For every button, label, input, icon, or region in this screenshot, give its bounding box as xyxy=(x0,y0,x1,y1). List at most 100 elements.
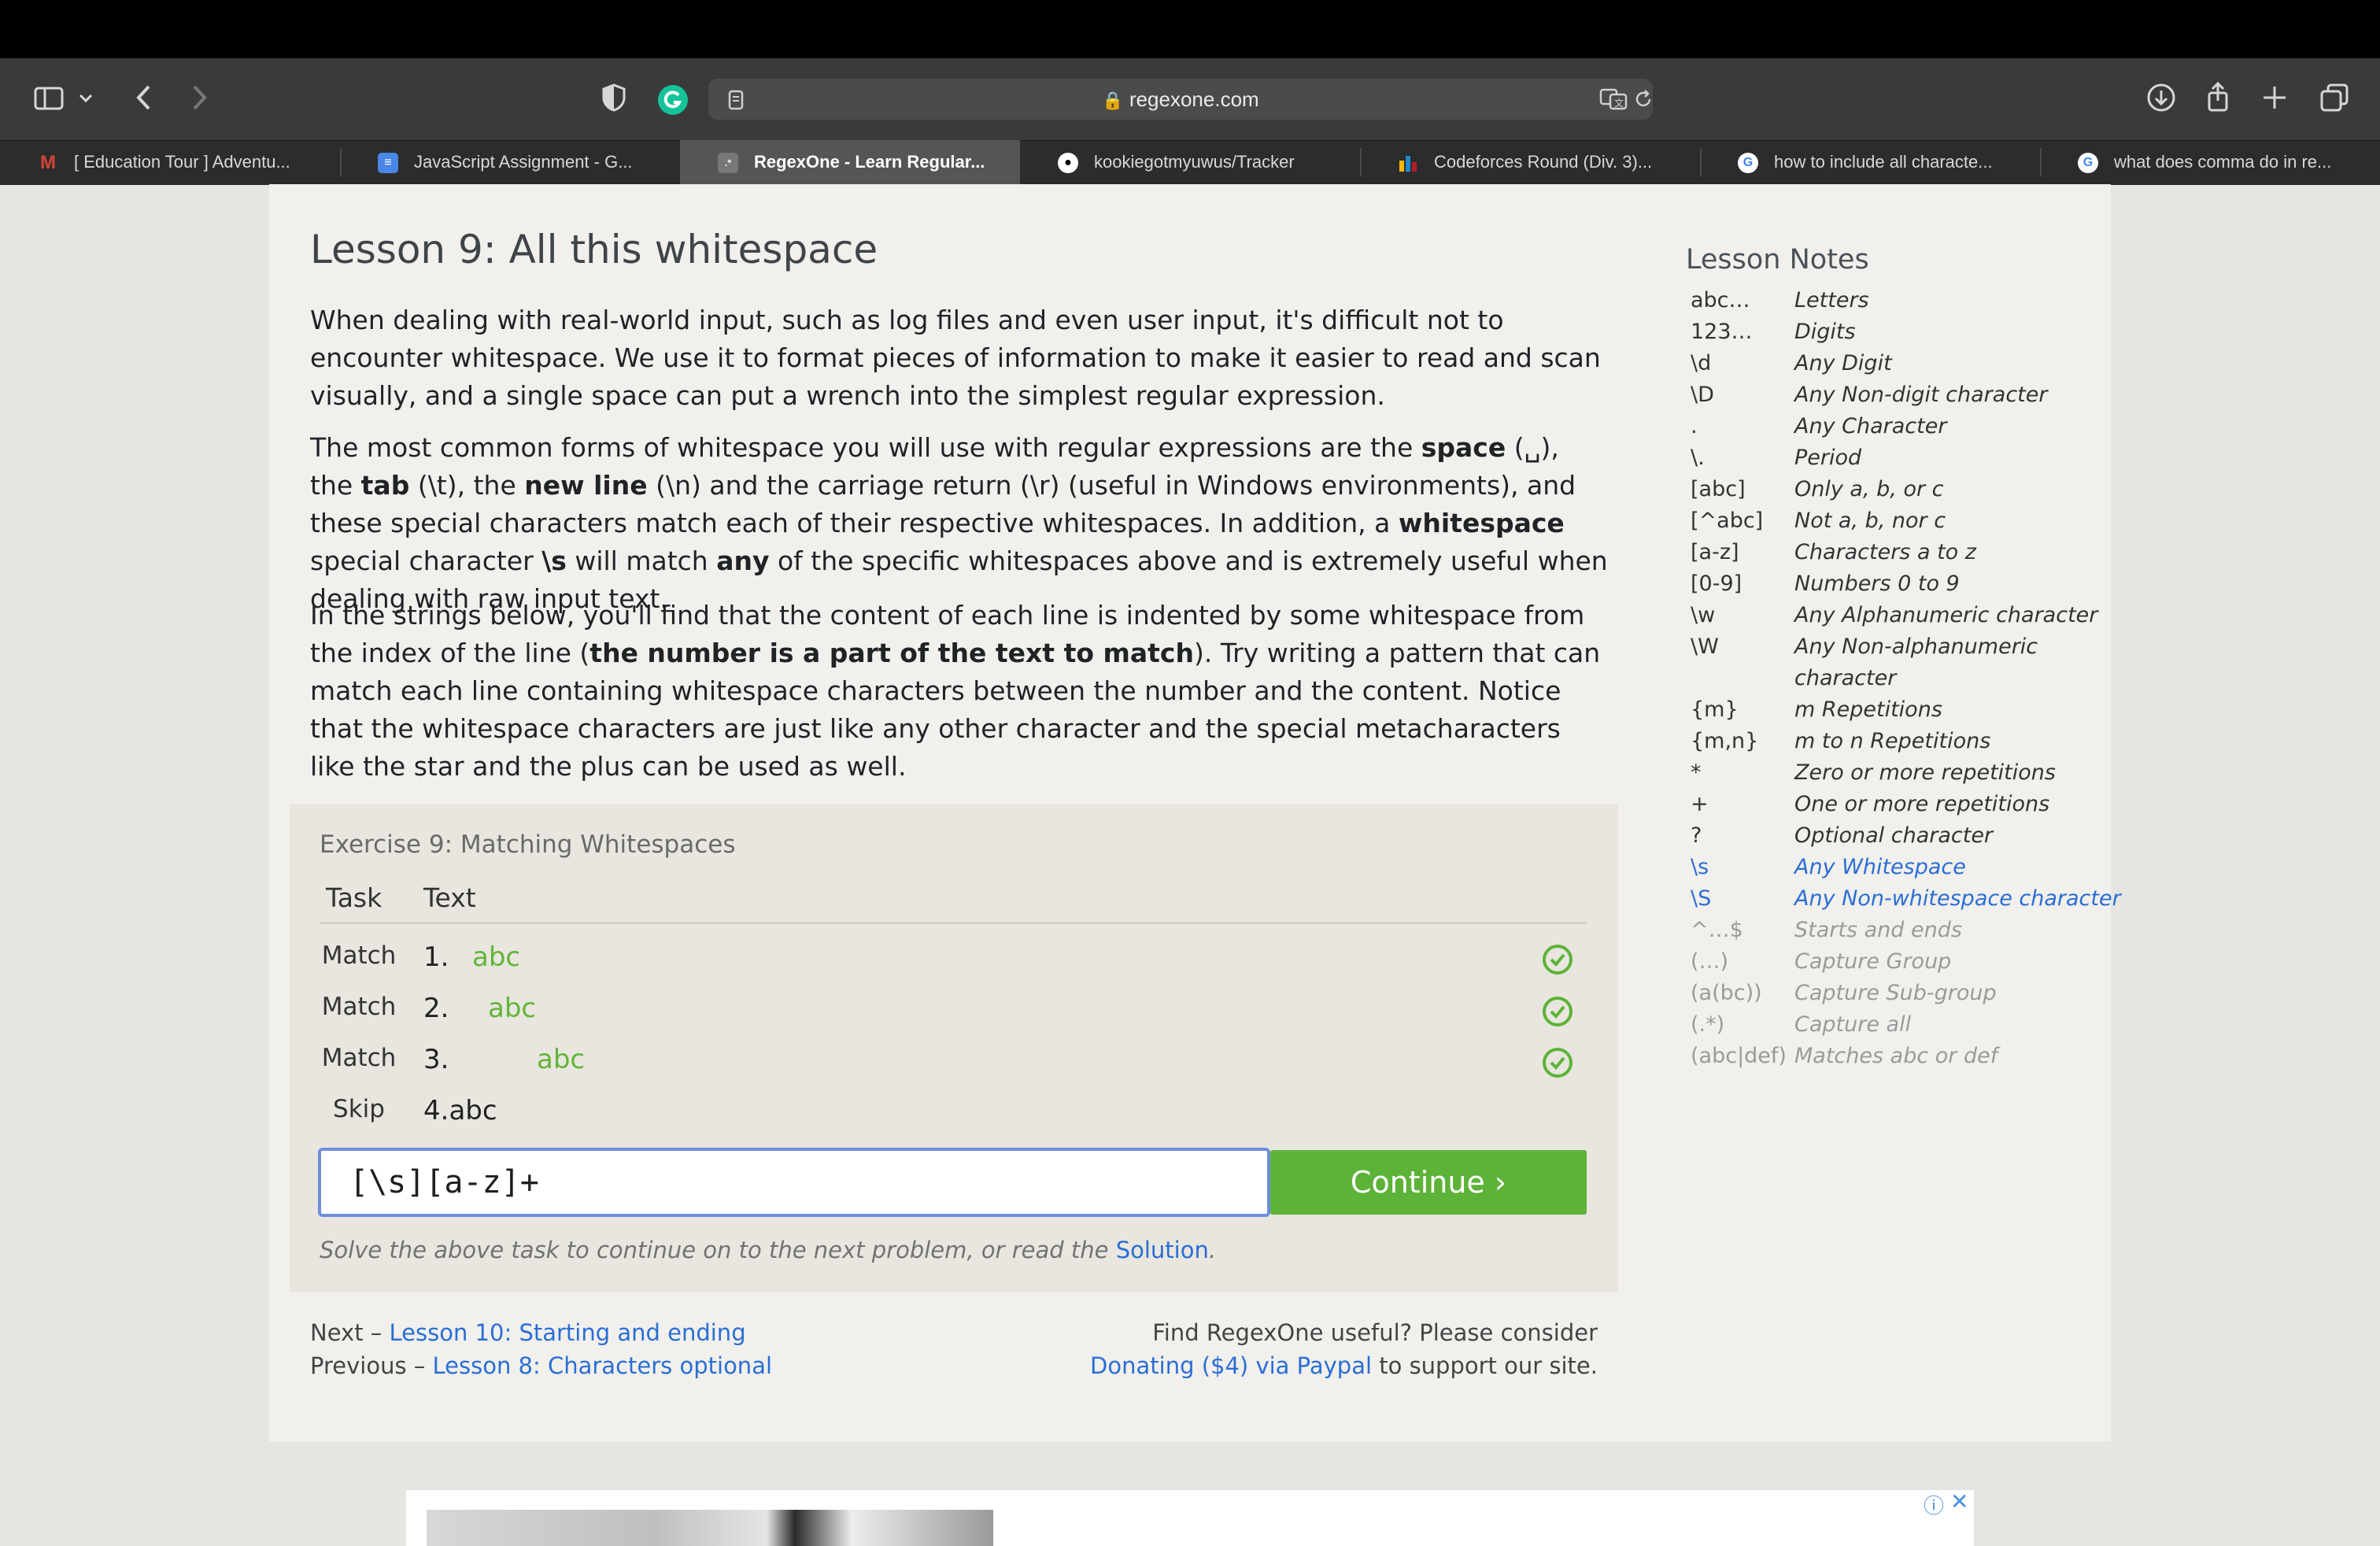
solution-link[interactable]: Solution xyxy=(1116,1237,1209,1263)
url-text: 🔒 regexone.com xyxy=(1102,87,1259,111)
lesson-paragraph-2: The most common forms of whitespace you … xyxy=(310,432,1608,614)
tab-github-tracker[interactable]: ● kookiegotmyuwus/Tracker xyxy=(1020,140,1360,184)
row-task-label: Skip xyxy=(333,1095,385,1123)
lesson-notes-title: Lesson Notes xyxy=(1686,244,1869,276)
continue-button[interactable]: Continue › xyxy=(1270,1150,1587,1215)
regex-input[interactable]: [\s][a-z]+ xyxy=(318,1148,1270,1217)
note-description: Starts and ends xyxy=(1794,918,1962,942)
donate-link[interactable]: Donating ($4) via Paypal xyxy=(1090,1352,1372,1379)
note-key: {m,n} xyxy=(1691,729,1759,753)
forward-arrow-icon[interactable] xyxy=(179,82,217,113)
note-description: m to n Repetitions xyxy=(1794,729,1991,753)
note-key: 123… xyxy=(1691,320,1753,344)
row-task-label: Match xyxy=(321,1044,397,1072)
sidebar-toggle-icon[interactable] xyxy=(30,83,68,114)
lesson-paragraph-1: When dealing with real-world input, such… xyxy=(310,305,1601,411)
google-icon: G xyxy=(2078,153,2098,173)
note-description: Optional character xyxy=(1794,823,1994,848)
note-description: Any Digit xyxy=(1794,351,1892,375)
note-key: (abc|def) xyxy=(1691,1044,1787,1068)
note-description: Any Non-digit character xyxy=(1794,383,2048,407)
translate-icon[interactable]: 文 xyxy=(1599,87,1628,112)
tab-regexone[interactable]: .* RegexOne - Learn Regular... xyxy=(680,140,1020,184)
note-key: \D xyxy=(1691,383,1714,407)
tab-overview-icon[interactable] xyxy=(2315,82,2353,113)
note-key: {m} xyxy=(1691,697,1739,722)
exercise-title: Exercise 9: Matching Whitespaces xyxy=(320,830,736,859)
note-key: [^abc] xyxy=(1691,509,1764,533)
ad-close-icon[interactable]: ✕ xyxy=(1950,1489,1968,1515)
tab-javascript-assignment[interactable]: ≡ JavaScript Assignment - G... xyxy=(340,140,680,184)
chevron-down-icon[interactable] xyxy=(74,83,98,114)
note-key: [0-9] xyxy=(1691,571,1743,596)
tab-google-search-1[interactable]: G how to include all characte... xyxy=(1700,140,2040,184)
row-text: abc xyxy=(472,941,521,973)
lesson-paragraph-3: In the strings below, you'll find that t… xyxy=(310,600,1601,782)
note-description: Not a, b, nor c xyxy=(1794,509,1946,533)
note-description: Any Non-whitespace character xyxy=(1794,886,2121,911)
header-divider xyxy=(320,922,1587,924)
note-key: . xyxy=(1691,414,1698,438)
row-text: abc xyxy=(537,1044,586,1075)
note-description: Period xyxy=(1794,446,1862,470)
new-tab-icon[interactable] xyxy=(2256,82,2293,113)
address-bar[interactable]: 🔒 regexone.com 文 xyxy=(708,79,1653,120)
next-lesson-link[interactable]: Lesson 10: Starting and ending xyxy=(390,1319,746,1346)
note-description: Zero or more repetitions xyxy=(1794,760,2056,785)
gmail-icon: M xyxy=(40,152,56,173)
screen-top-bar xyxy=(0,0,2380,58)
note-description: Any Whitespace xyxy=(1794,855,1966,879)
note-description: Characters a to z xyxy=(1794,540,1976,564)
column-header-task: Task xyxy=(326,882,382,913)
downloads-icon[interactable] xyxy=(2142,82,2180,113)
note-key: \w xyxy=(1691,603,1716,627)
check-circle-icon xyxy=(1541,995,1574,1028)
note-description: Letters xyxy=(1794,288,1869,313)
column-header-text: Text xyxy=(423,882,476,913)
note-key: [a-z] xyxy=(1691,540,1739,564)
note-description: Digits xyxy=(1794,320,1856,344)
row-number: 3. xyxy=(423,1044,449,1075)
note-description: Matches abc or def xyxy=(1794,1044,1998,1068)
reload-icon[interactable] xyxy=(1632,88,1654,110)
ad-image[interactable] xyxy=(427,1510,993,1546)
note-key: (a(bc)) xyxy=(1691,981,1762,1005)
codeforces-icon xyxy=(1398,153,1418,173)
ad-info-icon[interactable]: ⓘ xyxy=(1924,1490,1944,1519)
note-description: Capture Sub-group xyxy=(1794,981,1997,1005)
note-key: (…) xyxy=(1691,949,1729,974)
tab-google-search-2[interactable]: G what does comma do in re... xyxy=(2040,140,2380,184)
google-docs-icon: ≡ xyxy=(378,153,398,173)
note-description: Any Alphanumeric character xyxy=(1794,603,2098,627)
note-key: \s xyxy=(1691,855,1709,879)
note-description: character xyxy=(1794,666,1897,690)
donate-text: Find RegexOne useful? Please consider xyxy=(1152,1319,1598,1346)
check-circle-icon xyxy=(1541,943,1574,976)
previous-lesson-line: Previous – Lesson 8: Characters optional xyxy=(310,1352,773,1379)
note-description: Any Non-alphanumeric xyxy=(1794,634,2038,659)
privacy-shield-icon[interactable] xyxy=(595,82,633,113)
note-key: ^…$ xyxy=(1691,918,1743,942)
note-key: \. xyxy=(1691,446,1705,470)
note-key: ? xyxy=(1691,823,1702,848)
note-key: * xyxy=(1691,760,1702,785)
note-key: \W xyxy=(1691,634,1719,659)
note-key: abc… xyxy=(1691,288,1750,313)
regexone-icon: .* xyxy=(718,153,738,173)
github-icon: ● xyxy=(1058,153,1078,173)
row-number: 2. xyxy=(423,993,449,1024)
grammarly-extension-icon[interactable] xyxy=(658,85,688,115)
row-text: abc xyxy=(488,993,537,1024)
donate-line: Donating ($4) via Paypal to support our … xyxy=(1090,1352,1598,1379)
tab-codeforces[interactable]: Codeforces Round (Div. 3)... xyxy=(1360,140,1700,184)
note-description: Numbers 0 to 9 xyxy=(1794,571,1960,596)
row-task-label: Match xyxy=(321,941,397,970)
exercise-hint: Solve the above task to continue on to t… xyxy=(320,1237,1217,1263)
previous-lesson-link[interactable]: Lesson 8: Characters optional xyxy=(433,1352,773,1379)
note-description: Only a, b, or c xyxy=(1794,477,1944,501)
share-icon[interactable] xyxy=(2199,81,2237,113)
back-arrow-icon[interactable] xyxy=(126,82,164,113)
note-key: \S xyxy=(1691,886,1712,911)
tab-education-tour[interactable]: M [ Education Tour ] Adventu... xyxy=(0,140,340,184)
lock-icon: 🔒 xyxy=(1102,91,1124,110)
